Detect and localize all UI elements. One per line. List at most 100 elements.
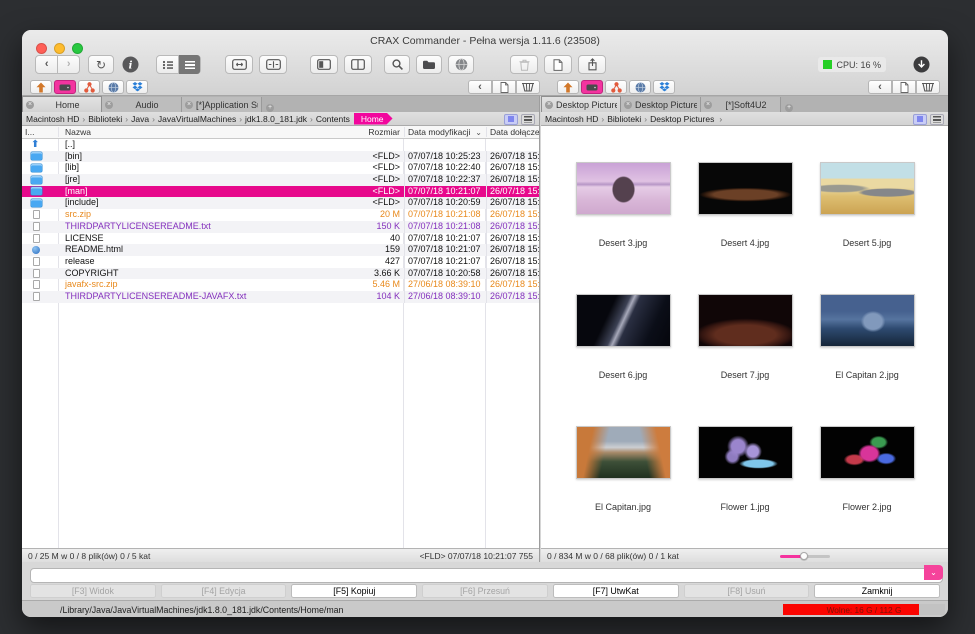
tab-close-icon[interactable]: ×: [704, 101, 712, 109]
right-pane-tab[interactable]: × Desktop Pictures: [621, 97, 701, 112]
full-view-button[interactable]: [178, 55, 200, 74]
src.zip[interactable]: src.zip 20 M 07/07/18 10:21:08 26/07/18 …: [22, 209, 539, 221]
breadcrumb-item[interactable]: Macintosh HD: [545, 114, 598, 124]
breadcrumb-item[interactable]: jdk1.8.0_181.jdk: [236, 114, 307, 124]
left-list-view-button[interactable]: [521, 114, 535, 125]
parent-dir-button-right[interactable]: [557, 80, 579, 94]
tab-close-icon[interactable]: ×: [624, 101, 632, 109]
thumbnail-item[interactable]: El Capitan.jpg: [562, 426, 684, 548]
command-input[interactable]: [30, 568, 943, 583]
parent-dir-button[interactable]: [30, 80, 52, 94]
thumbnail-image[interactable]: [576, 162, 671, 215]
[include][interactable]: [include] <FLD> 07/07/18 10:20:59 26/07/…: [22, 197, 539, 209]
breadcrumb-item[interactable]: JavaVirtualMachines: [149, 114, 236, 124]
release[interactable]: release 427 07/07/18 10:21:07 26/07/18 1…: [22, 256, 539, 268]
function-key-button[interactable]: Zamknij: [814, 584, 940, 598]
network-places-button-right[interactable]: [605, 80, 627, 94]
right-back-button[interactable]: ‹: [868, 80, 892, 94]
breadcrumb-item[interactable]: Java: [122, 114, 149, 124]
command-history-dropdown[interactable]: ⌄: [924, 565, 943, 580]
thumbnail-item[interactable]: El Capitan 2.jpg: [806, 294, 928, 426]
thumbnail-image[interactable]: [698, 162, 793, 215]
new-folder-button[interactable]: [416, 55, 442, 74]
refresh-button[interactable]: ↻: [88, 55, 114, 74]
column-header-added[interactable]: Data dołączenia: [486, 127, 539, 137]
[bin][interactable]: [bin] <FLD> 07/07/18 10:25:23 26/07/18 1…: [22, 151, 539, 163]
thumbnail-size-slider[interactable]: [780, 555, 830, 558]
network-places-button[interactable]: [78, 80, 100, 94]
ftp-button[interactable]: [102, 80, 124, 94]
tab-close-icon[interactable]: ×: [105, 101, 113, 109]
thumbnail-item[interactable]: Desert 4.jpg: [684, 162, 806, 294]
equal-panels-button[interactable]: [259, 55, 287, 74]
README.html[interactable]: README.html 159 07/07/18 10:21:07 26/07/…: [22, 244, 539, 256]
forward-button[interactable]: ›: [57, 55, 79, 74]
function-key-button[interactable]: [F3] Widok: [30, 584, 156, 598]
column-header-info[interactable]: I...: [22, 127, 58, 137]
thumbnail-image[interactable]: [698, 426, 793, 479]
left-pane-tab[interactable]: × Home: [22, 96, 102, 112]
column-header-name[interactable]: Nazwa: [58, 127, 360, 137]
tab-close-icon[interactable]: ×: [185, 101, 193, 109]
local-drive-button[interactable]: [54, 80, 76, 94]
function-key-button[interactable]: [F5] Kopiuj: [291, 584, 417, 598]
LICENSE[interactable]: LICENSE 40 07/07/18 10:21:07 26/07/18 15…: [22, 233, 539, 245]
thumbnail-item[interactable]: Flower 1.jpg: [684, 426, 806, 548]
ftp-button-right[interactable]: [629, 80, 651, 94]
COPYRIGHT[interactable]: COPYRIGHT 3.66 K 07/07/18 10:20:58 26/07…: [22, 268, 539, 280]
[man][interactable]: [man] <FLD> 07/07/18 10:21:07 26/07/18 1…: [22, 186, 539, 198]
thumbnail-image[interactable]: [576, 426, 671, 479]
[jre][interactable]: [jre] <FLD> 07/07/18 10:22:37 26/07/18 1…: [22, 174, 539, 186]
left-queue-button[interactable]: [516, 80, 540, 94]
function-key-button[interactable]: [F8] Usuń: [684, 584, 810, 598]
thumbnail-image[interactable]: [820, 294, 915, 347]
thumbnail-item[interactable]: Desert 6.jpg: [562, 294, 684, 426]
[..][interactable]: [..]: [22, 139, 539, 151]
thumbnail-image[interactable]: [698, 294, 793, 347]
brief-view-button[interactable]: [157, 55, 178, 74]
right-pane-tab[interactable]: × [*]Soft4U2: [701, 97, 781, 112]
column-header-size[interactable]: Rozmiar: [360, 127, 404, 137]
dropbox-button[interactable]: [126, 80, 148, 94]
javafx-src.zip[interactable]: javafx-src.zip 5.46 M 27/06/18 08:39:10 …: [22, 279, 539, 291]
left-back-button[interactable]: ‹: [468, 80, 492, 94]
column-header-modified[interactable]: Data modyfikacji ⌄: [404, 127, 486, 137]
thumbnail-item[interactable]: Desert 7.jpg: [684, 294, 806, 426]
swap-panels-button[interactable]: [225, 55, 253, 74]
activity-button[interactable]: [913, 56, 930, 73]
breadcrumb-item[interactable]: Contents: [307, 114, 350, 124]
breadcrumb-current-folder[interactable]: Home: [354, 113, 393, 125]
delete-button[interactable]: [510, 55, 538, 74]
single-panel-layout-button[interactable]: [310, 55, 338, 74]
tab-close-icon[interactable]: ×: [26, 101, 34, 109]
thumbnail-image[interactable]: [820, 426, 915, 479]
right-pane-tab[interactable]: × Desktop Pictures: [541, 96, 621, 112]
thumbnail-item[interactable]: Flower 2.jpg: [806, 426, 928, 548]
thumbnail-item[interactable]: Desert 3.jpg: [562, 162, 684, 294]
network-button[interactable]: [448, 55, 474, 74]
local-drive-button-right[interactable]: [581, 80, 603, 94]
left-pane-tab[interactable]: × [*]Application Su...: [182, 97, 262, 112]
dropbox-button-right[interactable]: [653, 80, 675, 94]
breadcrumb-item[interactable]: Biblioteki: [79, 114, 122, 124]
thumbnail-image[interactable]: [820, 162, 915, 215]
function-key-button[interactable]: [F4] Edycja: [161, 584, 287, 598]
share-button[interactable]: [578, 55, 606, 74]
function-key-button[interactable]: [F7] UtwKat: [553, 584, 679, 598]
left-thumb-view-button[interactable]: [504, 114, 518, 125]
dual-panel-layout-button[interactable]: [344, 55, 372, 74]
add-tab-button[interactable]: +: [266, 104, 274, 112]
thumbnail-image[interactable]: [576, 294, 671, 347]
function-key-button[interactable]: [F6] Przesuń: [422, 584, 548, 598]
right-list-view-button[interactable]: [930, 114, 944, 125]
thumbnail-item[interactable]: Desert 5.jpg: [806, 162, 928, 294]
THIRDPARTYLICENSEREADME-JAVAFX.txt[interactable]: THIRDPARTYLICENSEREADME-JAVAFX.txt 104 K…: [22, 291, 539, 303]
slider-knob[interactable]: [800, 552, 808, 560]
THIRDPARTYLICENSEREADME.txt[interactable]: THIRDPARTYLICENSEREADME.txt 150 K 07/07/…: [22, 221, 539, 233]
back-button[interactable]: ‹: [36, 55, 57, 74]
add-tab-button[interactable]: +: [785, 104, 793, 112]
breadcrumb-item[interactable]: Desktop Pictures: [641, 114, 714, 124]
search-button[interactable]: [384, 55, 410, 74]
new-file-button[interactable]: [544, 55, 572, 74]
left-new-tab-button[interactable]: [492, 80, 516, 94]
